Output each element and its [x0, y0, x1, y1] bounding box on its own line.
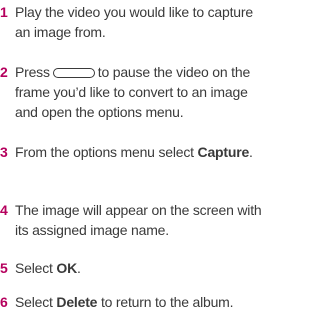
key-button-icon [52, 68, 95, 78]
step-text: Select Delete to return to the album. [15, 294, 234, 310]
step-text-pre: From the options menu select [15, 144, 194, 160]
step-number: 5 [0, 260, 8, 276]
step-5: 5 Select OK. [0, 258, 271, 278]
step-text-pre: Select [15, 294, 53, 310]
step-number: 4 [0, 202, 8, 218]
step-3: 3 From the options menu select Capture. [0, 142, 271, 162]
step-2: 2 Press to pause the video on the frame y… [0, 62, 271, 122]
step-text-pre: Select [15, 260, 53, 276]
step-text: Play the video you would like to capture… [15, 4, 253, 40]
step-number: 3 [0, 144, 8, 160]
step-1: 1 Play the video you would like to captu… [0, 2, 271, 42]
step-6: 6 Select Delete to return to the album. [0, 292, 271, 312]
step-text-post: to return to the album. [100, 294, 234, 310]
step-text-bold: Capture [197, 144, 250, 160]
step-text-post: . [77, 260, 81, 276]
step-4: 4 The image will appear on the screen wi… [0, 200, 271, 240]
step-text: Select OK. [15, 260, 81, 276]
step-text-bold: Delete [56, 294, 98, 310]
step-number: 6 [0, 294, 8, 310]
step-text-post: . [249, 144, 253, 160]
step-text: Press to pause the video on the frame you… [15, 64, 250, 120]
step-text: From the options menu select Capture. [15, 144, 253, 160]
step-text-post: to pause the video on the frame you’d li… [15, 64, 251, 120]
step-text-bold: OK [56, 260, 78, 276]
step-text: The image will appear on the screen with… [15, 202, 262, 238]
step-text-pre: Press [15, 64, 50, 80]
step-number: 2 [0, 64, 8, 80]
step-number: 1 [0, 4, 8, 20]
